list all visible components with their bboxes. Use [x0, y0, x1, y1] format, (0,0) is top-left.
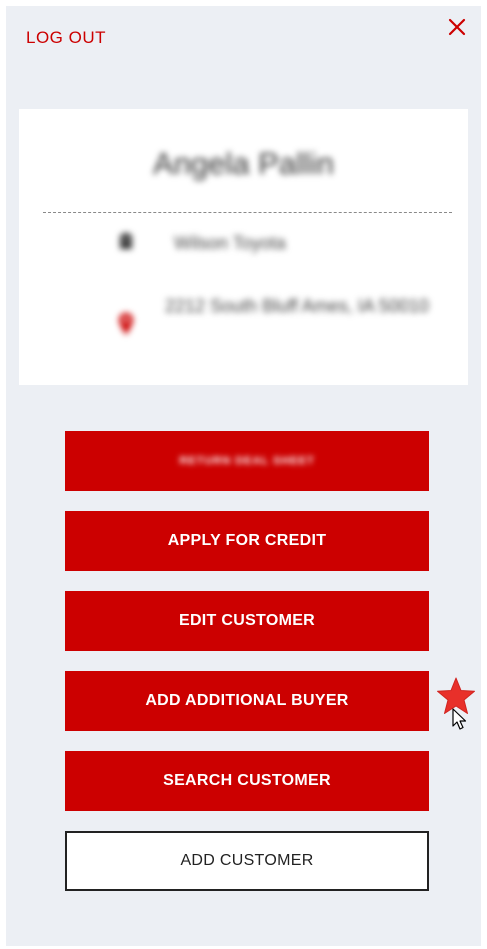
- add-customer-label: ADD CUSTOMER: [180, 852, 314, 869]
- edit-customer-label: EDIT CUSTOMER: [178, 612, 316, 629]
- return-deal-sheet-button[interactable]: RETURN DEAL SHEET: [65, 431, 429, 491]
- apply-for-credit-button[interactable]: APPLY FOR CREDIT: [65, 511, 429, 571]
- location-pin-icon: [119, 313, 133, 335]
- customer-panel: LOG OUT Angela Pallin Wilson Toyota 2212…: [6, 6, 481, 946]
- search-customer-label: SEARCH CUSTOMER: [163, 772, 331, 789]
- dealer-building-icon: [120, 233, 132, 249]
- add-additional-buyer-button[interactable]: ADD ADDITIONAL BUYER: [65, 671, 429, 731]
- customer-card: Angela Pallin Wilson Toyota 2212 South B…: [19, 109, 468, 385]
- add-additional-buyer-label: ADD ADDITIONAL BUYER: [145, 692, 349, 709]
- close-icon[interactable]: [446, 16, 468, 38]
- dealer-name: Wilson Toyota: [174, 233, 286, 253]
- apply-for-credit-label: APPLY FOR CREDIT: [167, 532, 327, 549]
- card-divider: [43, 212, 452, 213]
- logout-link[interactable]: LOG OUT: [26, 28, 106, 48]
- edit-customer-button[interactable]: EDIT CUSTOMER: [65, 591, 429, 651]
- return-deal-sheet-label: RETURN DEAL SHEET: [179, 455, 315, 467]
- search-customer-button[interactable]: SEARCH CUSTOMER: [65, 751, 429, 811]
- mouse-cursor-icon: [452, 708, 467, 730]
- add-customer-button[interactable]: ADD CUSTOMER: [65, 831, 429, 891]
- customer-address: 2212 South Bluff Ames, IA 50010: [165, 296, 429, 316]
- customer-name: Angela Pallin: [153, 146, 334, 181]
